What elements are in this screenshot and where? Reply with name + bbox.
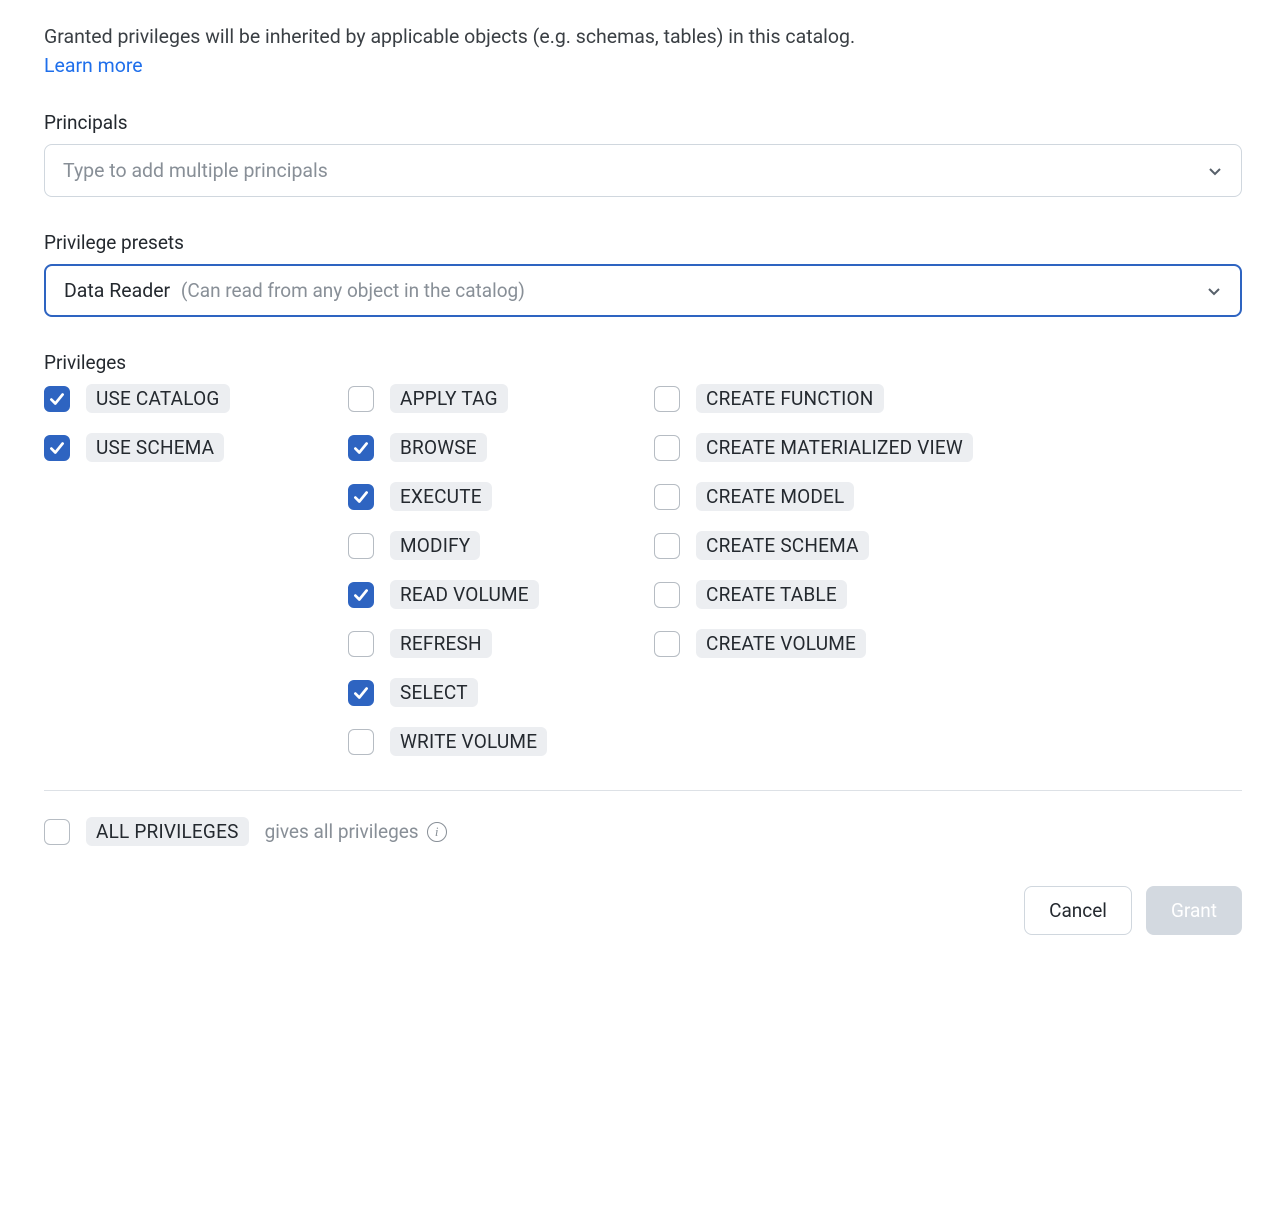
privilege-checkbox[interactable] xyxy=(654,533,680,559)
cancel-button[interactable]: Cancel xyxy=(1024,886,1132,935)
privilege-checkbox[interactable] xyxy=(348,484,374,510)
chevron-down-icon xyxy=(1207,163,1223,179)
privilege-tag: SELECT xyxy=(390,678,478,707)
privilege-item: USE SCHEMA xyxy=(44,433,348,462)
privilege-item: WRITE VOLUME xyxy=(348,727,654,756)
privilege-tag: CREATE VOLUME xyxy=(696,629,866,658)
all-privileges-row: ALL PRIVILEGES gives all privileges i xyxy=(44,817,1242,846)
privileges-column: CREATE FUNCTION CREATE MATERIALIZED VIEW C… xyxy=(654,384,1242,756)
principals-label: Principals xyxy=(44,111,1242,134)
privileges-column: USE CATALOG USE SCHEMA xyxy=(44,384,348,756)
privilege-checkbox[interactable] xyxy=(348,533,374,559)
privilege-item: CREATE SCHEMA xyxy=(654,531,1242,560)
preset-selected-desc: (Can read from any object in the catalog… xyxy=(181,279,525,302)
privilege-tag: READ VOLUME xyxy=(390,580,539,609)
privilege-tag: CREATE MATERIALIZED VIEW xyxy=(696,433,973,462)
privileges-label: Privileges xyxy=(44,351,1242,374)
all-privileges-tag: ALL PRIVILEGES xyxy=(86,817,249,846)
preset-select[interactable]: Data Reader (Can read from any object in… xyxy=(44,264,1242,317)
privilege-tag: CREATE FUNCTION xyxy=(696,384,884,413)
privilege-checkbox[interactable] xyxy=(44,386,70,412)
privilege-item: CREATE MODEL xyxy=(654,482,1242,511)
privilege-item: APPLY TAG xyxy=(348,384,654,413)
privilege-tag: WRITE VOLUME xyxy=(390,727,547,756)
privilege-item: CREATE VOLUME xyxy=(654,629,1242,658)
privilege-item: MODIFY xyxy=(348,531,654,560)
principals-placeholder: Type to add multiple principals xyxy=(63,159,328,182)
grant-button[interactable]: Grant xyxy=(1146,886,1242,935)
privilege-checkbox[interactable] xyxy=(44,435,70,461)
all-privileges-desc-text: gives all privileges xyxy=(265,820,419,843)
privileges-column: APPLY TAG BROWSE EXECUTE MODIFY READ VOLUME R… xyxy=(348,384,654,756)
divider xyxy=(44,790,1242,791)
privilege-item: CREATE TABLE xyxy=(654,580,1242,609)
privilege-checkbox[interactable] xyxy=(654,386,680,412)
privilege-item: READ VOLUME xyxy=(348,580,654,609)
privilege-tag: EXECUTE xyxy=(390,482,492,511)
privilege-tag: USE CATALOG xyxy=(86,384,230,413)
privilege-checkbox[interactable] xyxy=(654,582,680,608)
dialog-footer: Cancel Grant xyxy=(44,886,1242,935)
learn-more-link[interactable]: Learn more xyxy=(44,54,143,77)
principals-select[interactable]: Type to add multiple principals xyxy=(44,144,1242,197)
preset-selected-name: Data Reader xyxy=(64,279,170,302)
presets-label: Privilege presets xyxy=(44,231,1242,254)
privilege-checkbox[interactable] xyxy=(348,631,374,657)
privilege-item: USE CATALOG xyxy=(44,384,348,413)
privilege-tag: CREATE SCHEMA xyxy=(696,531,869,560)
privilege-tag: USE SCHEMA xyxy=(86,433,224,462)
privilege-checkbox[interactable] xyxy=(348,729,374,755)
privilege-item: REFRESH xyxy=(348,629,654,658)
privilege-tag: APPLY TAG xyxy=(390,384,508,413)
privilege-item: CREATE MATERIALIZED VIEW xyxy=(654,433,1242,462)
all-privileges-desc: gives all privileges i xyxy=(265,820,447,843)
privilege-item: BROWSE xyxy=(348,433,654,462)
privileges-grid: USE CATALOG USE SCHEMA APPLY TAG BROWSE EXEC… xyxy=(44,384,1242,756)
privilege-checkbox[interactable] xyxy=(348,680,374,706)
privilege-tag: CREATE MODEL xyxy=(696,482,854,511)
chevron-down-icon xyxy=(1206,283,1222,299)
privilege-tag: CREATE TABLE xyxy=(696,580,847,609)
privilege-checkbox[interactable] xyxy=(654,484,680,510)
privilege-item: SELECT xyxy=(348,678,654,707)
privilege-checkbox[interactable] xyxy=(348,386,374,412)
privilege-item: EXECUTE xyxy=(348,482,654,511)
privilege-tag: MODIFY xyxy=(390,531,480,560)
privilege-item: CREATE FUNCTION xyxy=(654,384,1242,413)
privilege-checkbox[interactable] xyxy=(348,582,374,608)
all-privileges-checkbox[interactable] xyxy=(44,819,70,845)
privilege-checkbox[interactable] xyxy=(654,631,680,657)
privilege-tag: BROWSE xyxy=(390,433,487,462)
privilege-checkbox[interactable] xyxy=(654,435,680,461)
intro-text: Granted privileges will be inherited by … xyxy=(44,24,1242,50)
privilege-tag: REFRESH xyxy=(390,629,492,658)
privilege-checkbox[interactable] xyxy=(348,435,374,461)
info-icon[interactable]: i xyxy=(427,822,447,842)
